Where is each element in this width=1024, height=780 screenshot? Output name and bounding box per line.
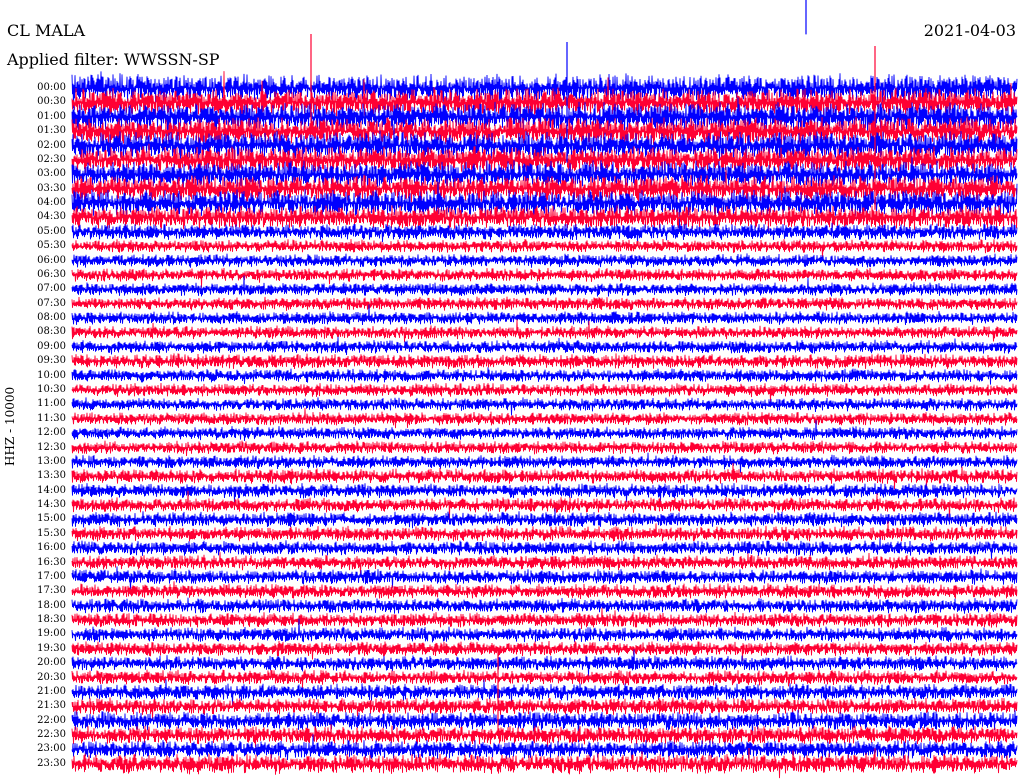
trace-row-2230 — [71, 724, 1018, 749]
seismogram-plot — [71, 0, 1018, 779]
trace-row-1230 — [71, 440, 1018, 457]
trace-row-1400 — [71, 482, 1018, 505]
trace-row-1300 — [71, 452, 1018, 474]
trace-row-1100 — [71, 397, 1018, 416]
trace-row-1800 — [71, 597, 1018, 614]
trace-row-0800 — [71, 304, 1018, 326]
trace-row-1500 — [71, 508, 1018, 529]
trace-row-0630 — [71, 267, 1018, 288]
trace-row-2030 — [71, 669, 1018, 689]
trace-row-1630 — [71, 552, 1018, 576]
trace-row-0900 — [71, 336, 1018, 356]
trace-row-1730 — [71, 581, 1018, 600]
trace-row-1000 — [71, 367, 1018, 385]
trace-row-1930 — [71, 640, 1018, 661]
trace-row-2100 — [71, 679, 1018, 707]
trace-row-1130 — [71, 407, 1018, 429]
trace-row-0830 — [71, 319, 1018, 343]
trace-row-0730 — [71, 296, 1018, 311]
trace-row-0700 — [71, 275, 1018, 297]
trace-row-0930 — [71, 353, 1018, 370]
trace-row-0600 — [71, 253, 1018, 268]
